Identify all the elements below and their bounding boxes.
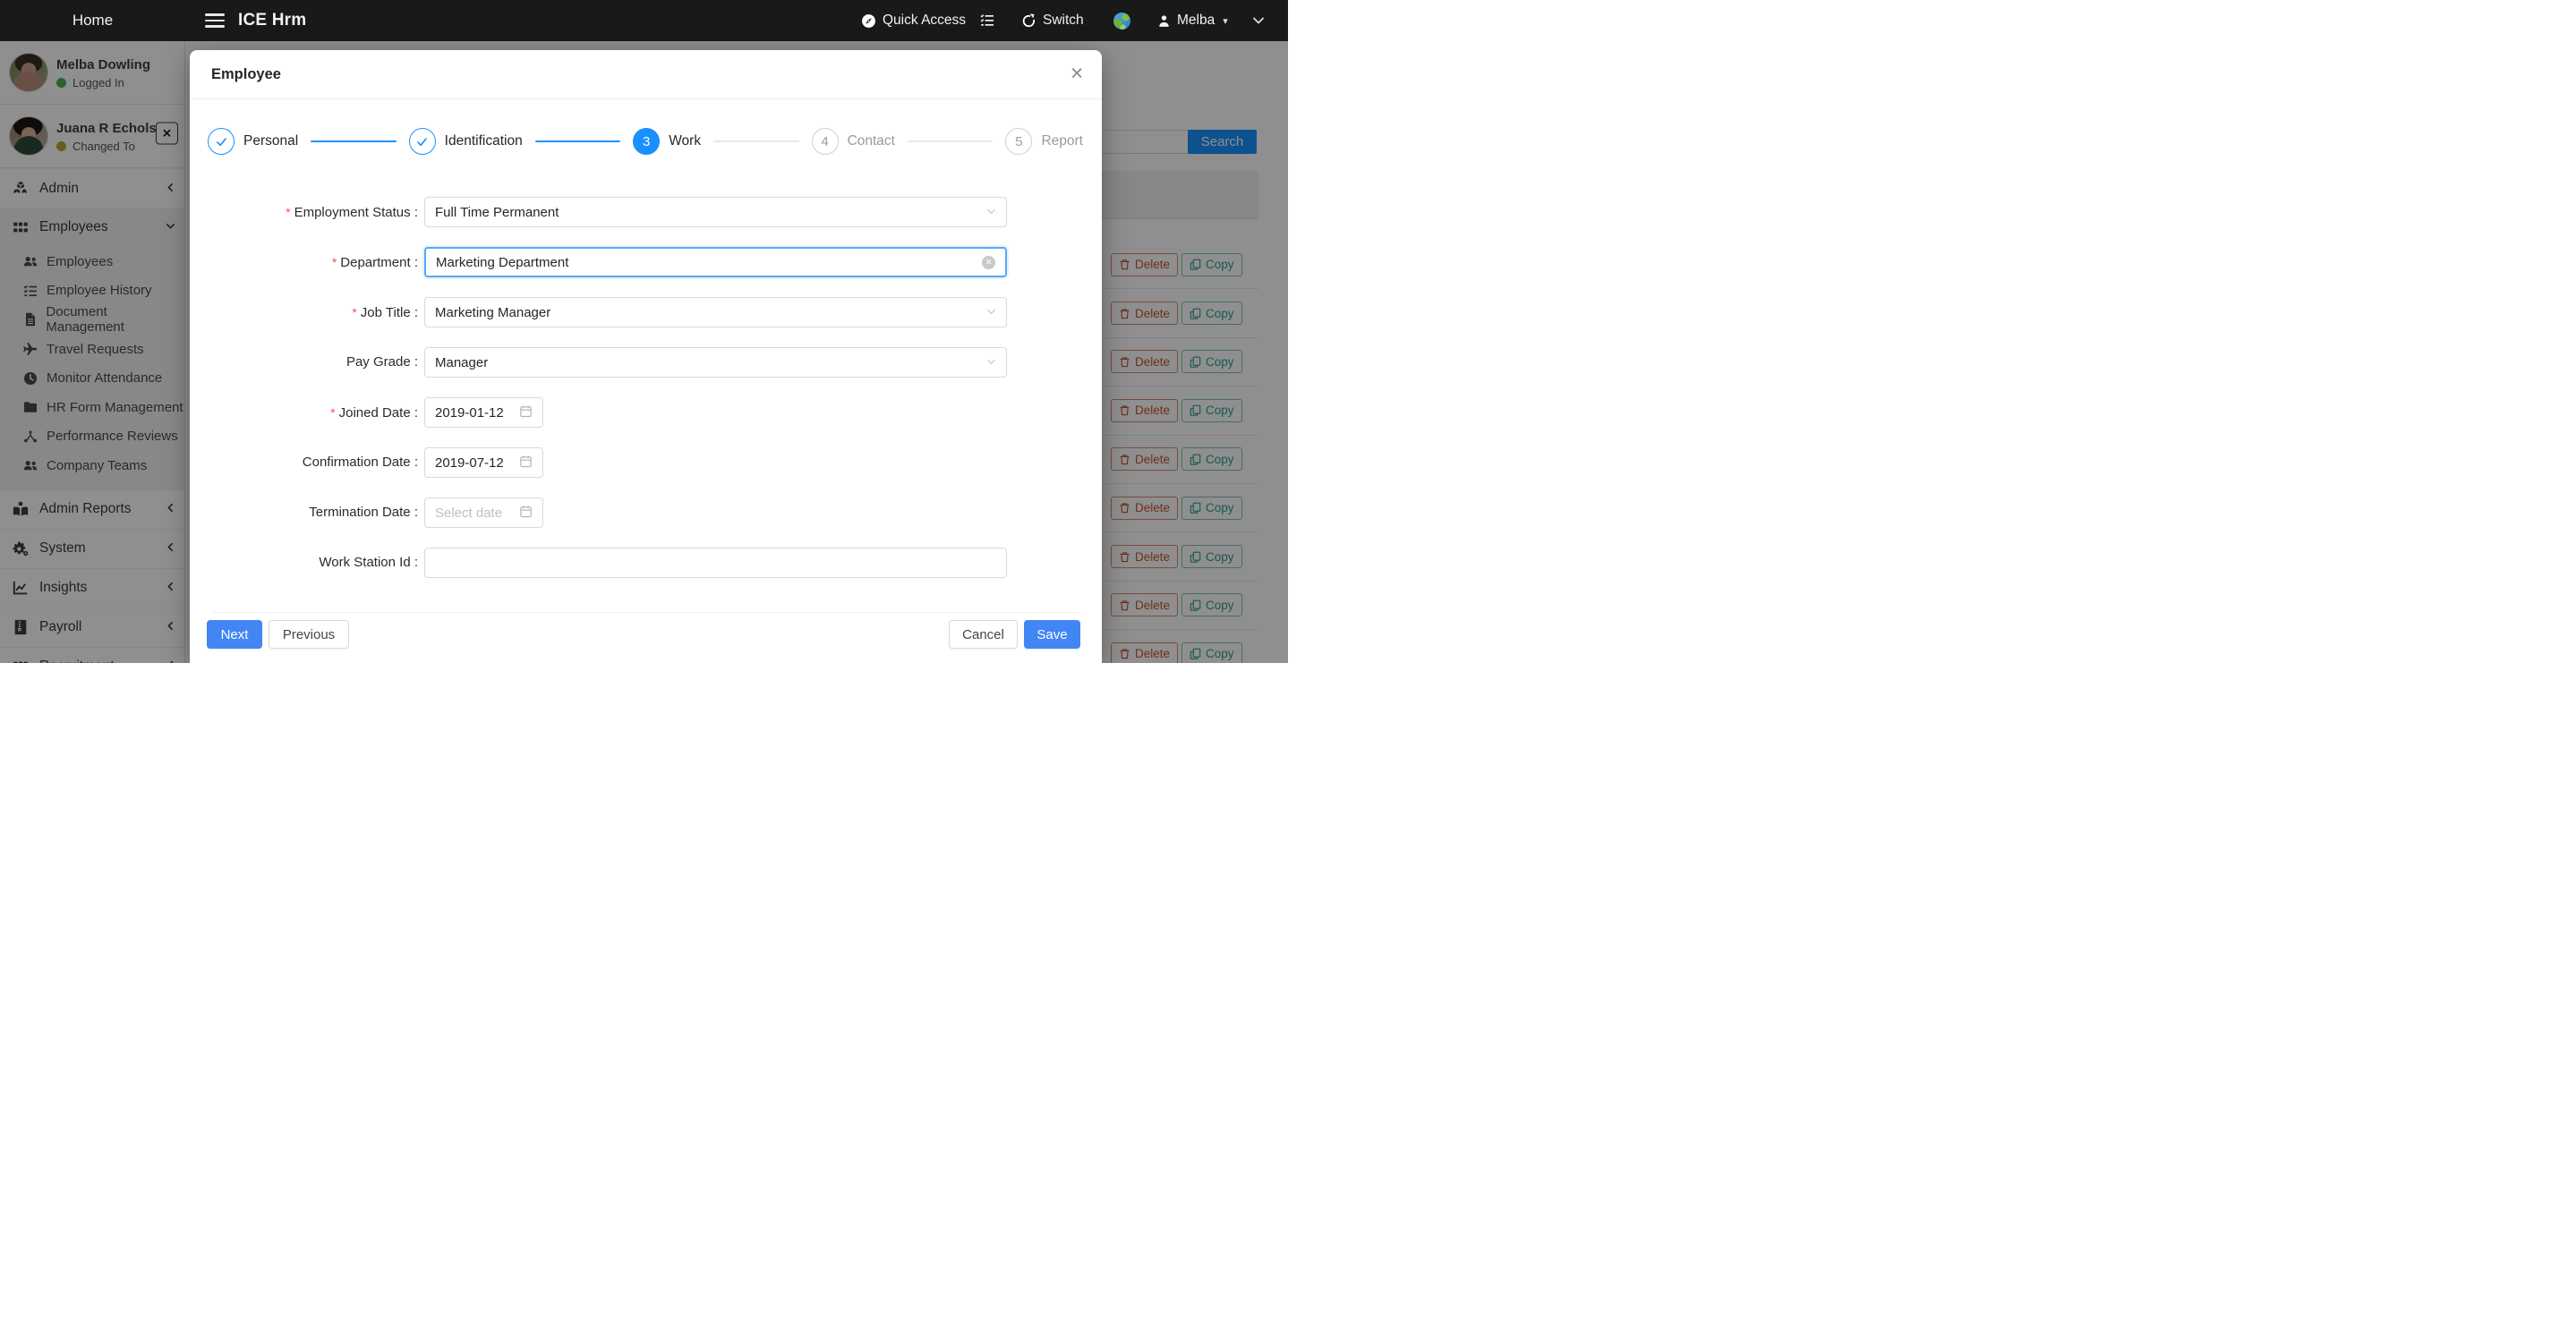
calendar-icon xyxy=(519,404,533,421)
switch-user-button[interactable]: Switch xyxy=(1021,0,1084,41)
employment-status-select[interactable]: Full Time Permanent xyxy=(424,197,1007,227)
step-label: Report xyxy=(1041,133,1083,149)
switch-label: Switch xyxy=(1043,13,1084,29)
employee-modal: Employee ✕ Personal Identification 3 Wor… xyxy=(190,50,1102,663)
step-label: Personal xyxy=(243,133,298,149)
step-number: 4 xyxy=(812,128,839,155)
steps-wizard: Personal Identification 3 Work 4 Contact… xyxy=(190,127,1102,156)
step-connector xyxy=(535,140,620,142)
caret-down-icon: ▾ xyxy=(1223,15,1228,27)
modal-title: Employee xyxy=(211,66,281,83)
confirmation-date-label: Confirmation Date : xyxy=(211,447,418,478)
person-icon xyxy=(1157,14,1171,28)
close-icon[interactable]: ✕ xyxy=(1070,66,1084,83)
chevron-down-icon xyxy=(986,205,996,220)
app-root: Home ICE Hrm Quick Access Switch Melba xyxy=(0,0,1288,663)
step-personal[interactable]: Personal xyxy=(208,128,298,155)
employment-status-value: Full Time Permanent xyxy=(435,205,986,220)
step-connector xyxy=(311,140,396,142)
employment-status-label: *Employment Status : xyxy=(211,197,418,228)
required-marker: * xyxy=(332,255,337,269)
hamburger-menu-icon[interactable] xyxy=(205,0,225,41)
navbar-chevron-down-icon[interactable] xyxy=(1251,0,1266,41)
next-button[interactable]: Next xyxy=(207,620,262,649)
step-check-icon xyxy=(409,128,436,155)
compass-icon xyxy=(861,13,876,29)
step-check-icon xyxy=(208,128,235,155)
user-menu[interactable]: Melba ▾ xyxy=(1157,0,1228,41)
step-contact[interactable]: 4 Contact xyxy=(812,128,895,155)
required-marker: * xyxy=(352,305,356,319)
joined-date-value: 2019-01-12 xyxy=(435,405,514,421)
pay-grade-select[interactable]: Manager xyxy=(424,347,1007,378)
step-identification[interactable]: Identification xyxy=(409,128,523,155)
termination-date-datepicker[interactable]: Select date xyxy=(424,497,543,528)
pay-grade-label: Pay Grade : xyxy=(211,347,418,378)
task-list-button[interactable] xyxy=(980,0,994,41)
app-brand: ICE Hrm xyxy=(238,0,306,41)
checklist-icon xyxy=(980,13,994,28)
step-label: Work xyxy=(669,133,701,149)
required-marker: * xyxy=(330,405,335,420)
job-title-select[interactable]: Marketing Manager xyxy=(424,297,1007,327)
job-title-value: Marketing Manager xyxy=(435,305,986,320)
confirmation-date-datepicker[interactable]: 2019-07-12 xyxy=(424,447,543,478)
quick-access-button[interactable]: Quick Access xyxy=(861,0,966,41)
department-label: *Department : xyxy=(211,247,418,278)
cancel-button[interactable]: Cancel xyxy=(949,620,1018,649)
termination-date-value: Select date xyxy=(435,506,514,521)
calendar-icon xyxy=(519,455,533,472)
step-connector xyxy=(908,140,993,142)
work-station-id-label: Work Station Id : xyxy=(211,548,418,578)
department-select[interactable]: Marketing Department ✕ xyxy=(424,247,1007,277)
step-number: 5 xyxy=(1005,128,1032,155)
modal-header: Employee ✕ xyxy=(190,50,1102,99)
previous-button[interactable]: Previous xyxy=(269,620,349,649)
joined-date-label: *Joined Date : xyxy=(211,397,418,429)
confirmation-date-value: 2019-07-12 xyxy=(435,455,514,471)
pay-grade-value: Manager xyxy=(435,355,986,370)
language-globe-icon[interactable] xyxy=(1113,0,1130,41)
switch-icon xyxy=(1021,13,1036,29)
quick-access-label: Quick Access xyxy=(883,13,966,29)
nav-home-link[interactable]: Home xyxy=(0,0,185,41)
step-work[interactable]: 3 Work xyxy=(633,128,701,155)
step-number: 3 xyxy=(633,128,660,155)
termination-date-label: Termination Date : xyxy=(211,497,418,528)
save-button[interactable]: Save xyxy=(1024,620,1080,649)
chevron-down-icon xyxy=(986,355,996,370)
job-title-label: *Job Title : xyxy=(211,297,418,328)
work-station-id-input[interactable] xyxy=(424,548,1007,578)
user-name-label: Melba xyxy=(1177,13,1215,29)
clear-icon[interactable]: ✕ xyxy=(982,256,995,269)
joined-date-datepicker[interactable]: 2019-01-12 xyxy=(424,397,543,428)
step-connector xyxy=(713,140,798,142)
step-report[interactable]: 5 Report xyxy=(1005,128,1083,155)
department-value: Marketing Department xyxy=(436,255,982,270)
step-label: Contact xyxy=(848,133,895,149)
step-label: Identification xyxy=(445,133,523,149)
top-navbar: Home ICE Hrm Quick Access Switch Melba xyxy=(0,0,1288,41)
chevron-down-icon xyxy=(986,305,996,320)
required-marker: * xyxy=(286,205,290,219)
calendar-icon xyxy=(519,505,533,522)
footer-divider xyxy=(211,612,1080,613)
